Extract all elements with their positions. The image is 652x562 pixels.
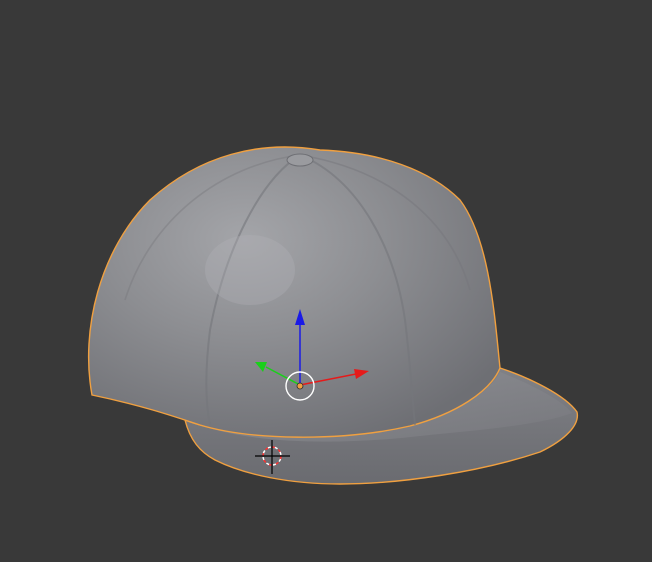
object-origin — [296, 382, 304, 390]
baseball-cap-mesh[interactable] — [87, 146, 578, 485]
cap-crown[interactable] — [87, 146, 501, 438]
cap-top-button — [286, 153, 314, 167]
3d-viewport[interactable] — [0, 0, 652, 562]
cap-highlight — [205, 235, 295, 305]
viewport-canvas[interactable] — [0, 0, 652, 562]
